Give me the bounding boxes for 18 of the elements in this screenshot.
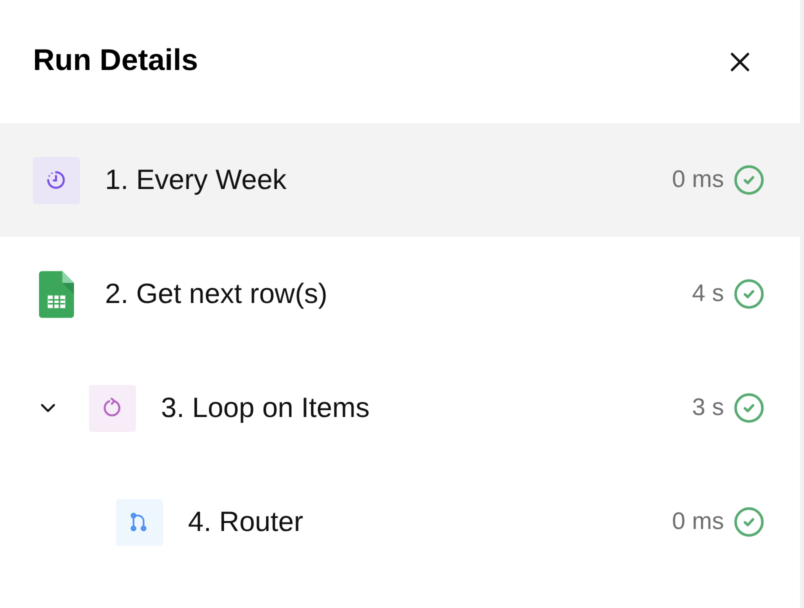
step-row[interactable]: 1. Every Week 0 ms [0,123,800,237]
step-name: 2. Get next row(s) [105,278,328,310]
spreadsheet-icon [38,270,74,318]
step-row[interactable]: 4. Router 0 ms [0,465,800,579]
step-name: 1. Every Week [105,164,287,196]
step-row[interactable]: 2. Get next row(s) 4 s [0,237,800,351]
step-duration: 0 ms [672,508,724,536]
chevron-down-icon [41,404,55,412]
step-row[interactable]: 3. Loop on Items 3 s [0,351,800,465]
step-duration: 3 s [692,394,724,422]
clock-icon [32,156,80,204]
step-name: 4. Router [188,506,304,538]
close-icon [730,52,750,72]
branch-icon [116,498,162,546]
panel-title: Run Details [33,44,198,78]
step-duration: 0 ms [672,166,724,194]
step-duration: 4 s [692,280,724,308]
step-name: 3. Loop on Items [161,392,370,424]
